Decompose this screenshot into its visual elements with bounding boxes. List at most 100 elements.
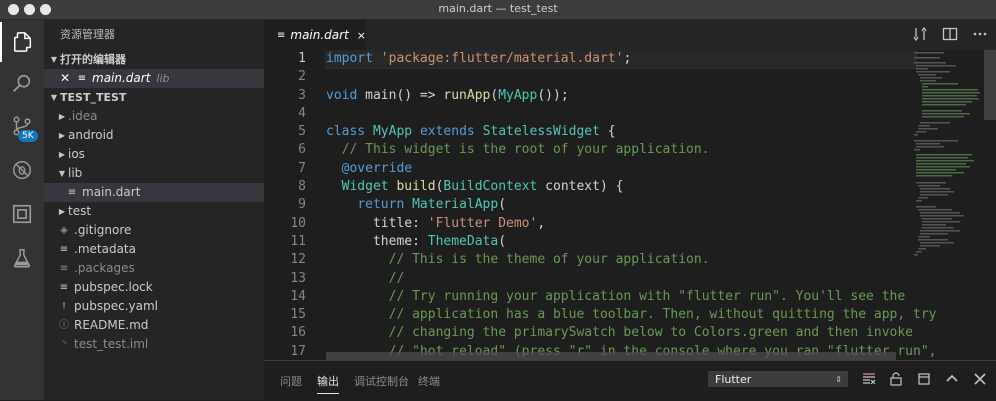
code-line[interactable]: // This is the theme of your application… [326, 251, 916, 269]
tab-output[interactable]: 输出 [317, 373, 339, 394]
code-line[interactable]: // application has a blue toolbar. Then,… [326, 306, 937, 324]
line-number: 1 [298, 51, 306, 66]
git-icon: ◈ [60, 225, 68, 236]
chevron-right-icon: ▶ [58, 131, 66, 140]
chevron-down-icon: ▼ [50, 93, 58, 102]
code-line[interactable]: @override [326, 160, 916, 178]
yaml-icon: ! [61, 301, 66, 312]
file-lines-icon: ≡ [59, 244, 69, 255]
line-number: 12 [290, 252, 306, 268]
close-editor-icon[interactable]: ✕ [60, 69, 74, 88]
tab-close-icon[interactable]: × [357, 29, 366, 42]
explorer-icon[interactable] [0, 22, 44, 62]
editor-actions [912, 26, 988, 42]
tree-item-lib[interactable]: ▼ lib [44, 164, 264, 183]
code-line[interactable]: import 'package:flutter/material.dart'; [325, 50, 917, 70]
code-editor[interactable]: 1 2 3 4 5 6 7 8 9 10 11 12 13 14 15 16 17 import 'packag… [264, 50, 996, 360]
tree-item-label: .idea [68, 109, 98, 123]
vscode-window: main.dart — test_test 5K 资源管理器 ▼ 打开的编辑器 [0, 0, 996, 401]
open-editor-folder: lib [156, 72, 170, 85]
window-title: main.dart — test_test [438, 2, 558, 15]
tree-item-test[interactable]: ▶ test [44, 202, 264, 221]
output-channel-select[interactable]: Flutter ⇕ [708, 371, 848, 387]
tree-item-label: android [68, 128, 114, 142]
line-number: 11 [290, 233, 306, 249]
code-line[interactable]: // This widget is the root of your appli… [326, 141, 916, 159]
code-line[interactable]: void main() => runApp(MyApp()); [326, 87, 916, 105]
open-editors-header[interactable]: ▼ 打开的编辑器 [44, 50, 264, 69]
file-lines-icon: ≡ [59, 282, 69, 293]
tree-item-main-dart[interactable]: ≡ main.dart [44, 183, 264, 202]
lock-scroll-icon[interactable] [888, 371, 904, 387]
maximize-panel-icon[interactable] [944, 371, 960, 387]
more-actions-icon[interactable] [972, 26, 988, 42]
explorer-sidebar: 资源管理器 ▼ 打开的编辑器 ✕ ≡ main.dart lib ▼ TEST_… [44, 20, 264, 400]
rss-icon: ◝ [62, 339, 66, 350]
tree-item-iml[interactable]: ◝ test_test.iml [44, 335, 264, 354]
tree-item-pubspec-lock[interactable]: ≡ pubspec.lock [44, 278, 264, 297]
tree-item-ios[interactable]: ▶ ios [44, 145, 264, 164]
tree-item-gitignore[interactable]: ◈ .gitignore [44, 221, 264, 240]
line-number: 9 [298, 197, 306, 213]
editor-tab-bar: ≡ main.dart × [264, 20, 996, 50]
code-line[interactable]: // Try running your application with "fl… [326, 288, 916, 306]
extensions-icon[interactable] [0, 194, 44, 234]
tree-item-pubspec-yaml[interactable]: ! pubspec.yaml [44, 297, 264, 316]
project-name: TEST_TEST [60, 91, 127, 104]
code-line[interactable]: ​ [326, 68, 916, 86]
close-panel-icon[interactable] [972, 371, 988, 387]
code-line[interactable]: return MaterialApp( [326, 196, 916, 214]
clear-output-icon[interactable] [861, 371, 877, 387]
file-lines-icon: ≡ [59, 263, 69, 274]
tree-item-readme[interactable]: ⓘ README.md [44, 316, 264, 335]
bottom-panel: 问题 输出 调试控制台 终端 Flutter ⇕ [264, 360, 996, 401]
debug-icon[interactable] [0, 150, 44, 190]
tree-item-metadata[interactable]: ≡ .metadata [44, 240, 264, 259]
test-flask-icon[interactable] [0, 238, 44, 278]
tab-main-dart[interactable]: ≡ main.dart × [264, 20, 366, 50]
code-line[interactable]: ​ [326, 105, 916, 123]
line-number: 2 [298, 69, 306, 85]
open-in-editor-icon[interactable] [916, 371, 932, 387]
tree-item-android[interactable]: ▶ android [44, 126, 264, 145]
project-header[interactable]: ▼ TEST_TEST [44, 88, 264, 107]
code-line[interactable]: Widget build(BuildContext context) { [326, 178, 916, 196]
code-area[interactable]: import 'package:flutter/material.dart';​… [325, 50, 937, 360]
search-icon[interactable] [0, 64, 44, 104]
tab-problems[interactable]: 问题 [280, 373, 302, 389]
tree-item-packages[interactable]: ≡ .packages [44, 259, 264, 278]
line-number: 16 [290, 325, 306, 341]
title-bar: main.dart — test_test [0, 0, 996, 20]
line-number: 15 [290, 307, 306, 323]
tab-terminal[interactable]: 终端 [418, 373, 440, 389]
minimap[interactable] [912, 50, 982, 360]
open-editor-item[interactable]: ✕ ≡ main.dart lib [44, 69, 264, 88]
tree-item-label: .packages [74, 261, 135, 275]
code-line[interactable]: class MyApp extends StatelessWidget { [326, 123, 916, 141]
file-lines-icon: ≡ [77, 73, 87, 84]
code-line[interactable]: // [326, 270, 916, 288]
tree-item-label: pubspec.lock [74, 280, 153, 294]
code-line[interactable]: // changing the primarySwatch below to C… [326, 324, 916, 342]
activity-bar: 5K [0, 20, 44, 400]
horizontal-scrollbar[interactable] [326, 352, 896, 360]
tree-item-label: ios [68, 147, 85, 161]
file-lines-icon: ≡ [67, 187, 77, 198]
chevron-right-icon: ▶ [58, 207, 66, 216]
code-line[interactable]: theme: ThemeData( [326, 233, 916, 251]
tree-item-label: .gitignore [74, 223, 132, 237]
line-number: 3 [298, 87, 306, 103]
tree-item-idea[interactable]: ▶ .idea [44, 107, 264, 126]
tree-item-label: main.dart [82, 185, 141, 199]
open-changes-icon[interactable] [912, 26, 928, 42]
tree-item-label: test [68, 204, 92, 218]
split-editor-icon[interactable] [942, 26, 958, 42]
vertical-scrollbar[interactable] [984, 50, 996, 120]
tree-item-label: lib [68, 166, 83, 180]
line-number: 4 [298, 105, 306, 121]
line-number: 6 [298, 142, 306, 158]
source-control-icon[interactable]: 5K [0, 106, 44, 146]
tab-debug-console[interactable]: 调试控制台 [354, 373, 409, 389]
code-line[interactable]: title: 'Flutter Demo', [326, 215, 916, 233]
chevron-right-icon: ▶ [58, 150, 66, 159]
